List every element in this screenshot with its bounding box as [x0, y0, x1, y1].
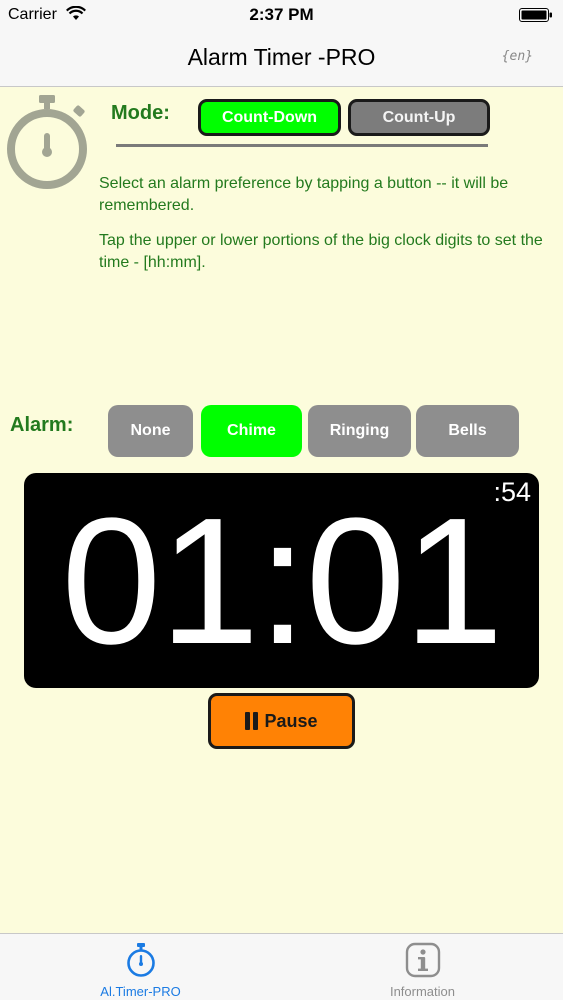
alarm-ringing-button[interactable]: Ringing: [308, 405, 411, 457]
tab-alarm-timer[interactable]: Al.Timer-PRO: [0, 934, 281, 1000]
instruction-set-time: Tap the upper or lower portions of the b…: [99, 232, 543, 271]
navigation-bar: Alarm Timer -PRO {en}: [0, 30, 563, 87]
alarm-label: Alarm:: [10, 414, 74, 436]
stopwatch-icon: [7, 95, 87, 189]
tab-bar: Al.Timer-PRO Information: [0, 933, 563, 1000]
instructions: Select an alarm preference by tapping a …: [99, 173, 561, 287]
count-down-button[interactable]: Count-Down: [198, 99, 341, 136]
count-up-button[interactable]: Count-Up: [348, 99, 490, 136]
status-time: 2:37 PM: [249, 5, 314, 24]
app-root: Carrier 2:37 PM Alarm Timer -PRO {en} Mo…: [0, 0, 563, 1000]
alarm-chime-button[interactable]: Chime: [201, 405, 302, 457]
mode-divider: [116, 144, 488, 147]
pause-button-label: Pause: [264, 710, 318, 731]
language-indicator[interactable]: {en}: [502, 49, 533, 64]
stopwatch-icon: [126, 943, 155, 977]
tab-information[interactable]: Information: [282, 934, 563, 1000]
pause-button[interactable]: Pause: [208, 693, 355, 749]
mode-label: Mode:: [111, 102, 170, 124]
alarm-bells-button[interactable]: Bells: [416, 405, 519, 457]
clock-time-digits[interactable]: 01:01: [24, 487, 539, 677]
pause-icon: [245, 712, 259, 730]
clock-display[interactable]: :54 01:01: [24, 473, 539, 688]
info-icon: [405, 942, 440, 978]
status-bar: Carrier 2:37 PM: [0, 0, 563, 30]
page-title: Alarm Timer -PRO: [187, 44, 376, 70]
tab-label: Information: [389, 984, 456, 999]
battery-icon: [519, 8, 552, 22]
tab-label: Al.Timer-PRO: [100, 984, 181, 999]
instruction-alarm-preference: Select an alarm preference by tapping a …: [99, 175, 509, 214]
alarm-none-button[interactable]: None: [108, 405, 193, 457]
